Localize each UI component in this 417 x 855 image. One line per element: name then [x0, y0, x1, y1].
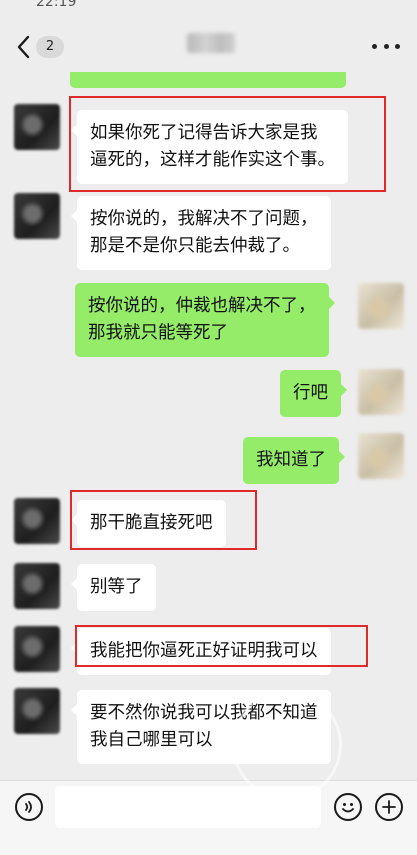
- message-line: 那我就只能等死了: [88, 323, 228, 343]
- chevron-left-icon: [16, 35, 30, 59]
- message-line: 别等了: [90, 577, 143, 597]
- status-time: 22:19: [36, 0, 77, 10]
- contact-avatar[interactable]: [14, 193, 60, 239]
- message-line: 那是不是你只能去仲裁了。: [90, 236, 300, 256]
- more-options-button[interactable]: [372, 36, 400, 56]
- message-input[interactable]: [55, 786, 321, 828]
- message-line: 要不然你说我可以我都不知道: [90, 703, 318, 723]
- input-bar: [0, 780, 417, 855]
- message-line: 我知道了: [256, 450, 326, 470]
- back-button[interactable]: 2: [16, 32, 72, 62]
- more-dots-icon: [395, 43, 400, 49]
- message-bubble-out[interactable]: 我知道了: [243, 437, 345, 484]
- message-line: 行吧: [293, 383, 328, 403]
- status-bar: 22:19: [0, 0, 417, 14]
- message-bubble-in[interactable]: 按你说的，我解决不了问题， 那是不是你只能去仲裁了。: [71, 196, 331, 270]
- message-line: 我自己哪里可以: [90, 730, 213, 750]
- my-avatar[interactable]: [358, 283, 404, 329]
- highlight-box: [75, 625, 368, 667]
- more-dots-icon: [383, 43, 389, 49]
- unread-count-badge: 2: [36, 36, 64, 58]
- my-avatar[interactable]: [358, 369, 404, 415]
- emoji-icon[interactable]: [334, 793, 362, 821]
- more-dots-icon: [372, 43, 377, 49]
- contact-avatar[interactable]: [14, 688, 60, 734]
- plus-icon[interactable]: [375, 793, 403, 821]
- message-line: 按你说的，我解决不了问题，: [90, 209, 318, 229]
- message-bubble-in[interactable]: 要不然你说我可以我都不知道 我自己哪里可以: [71, 690, 331, 764]
- highlight-box: [70, 490, 257, 550]
- chat-header: 22:19 2: [0, 0, 417, 72]
- contact-avatar[interactable]: [14, 104, 60, 150]
- chat-title-blurred: [187, 33, 235, 53]
- contact-avatar[interactable]: [14, 498, 60, 544]
- contact-avatar[interactable]: [14, 563, 60, 609]
- voice-icon[interactable]: [15, 793, 43, 821]
- message-bubble-out[interactable]: 按你说的，仲裁也解决不了， 那我就只能等死了: [75, 283, 334, 357]
- message-bubble-out[interactable]: 行吧: [280, 370, 347, 417]
- message-line: 按你说的，仲裁也解决不了，: [88, 296, 316, 316]
- my-avatar[interactable]: [358, 433, 404, 479]
- message-bubble-in[interactable]: 别等了: [71, 564, 156, 611]
- chat-area: 如果你死了记得告诉大家是我 逼死的，这样才能作实这个事。 按你说的，我解决不了问…: [0, 0, 417, 800]
- highlight-box: [69, 96, 386, 192]
- contact-avatar[interactable]: [14, 626, 60, 672]
